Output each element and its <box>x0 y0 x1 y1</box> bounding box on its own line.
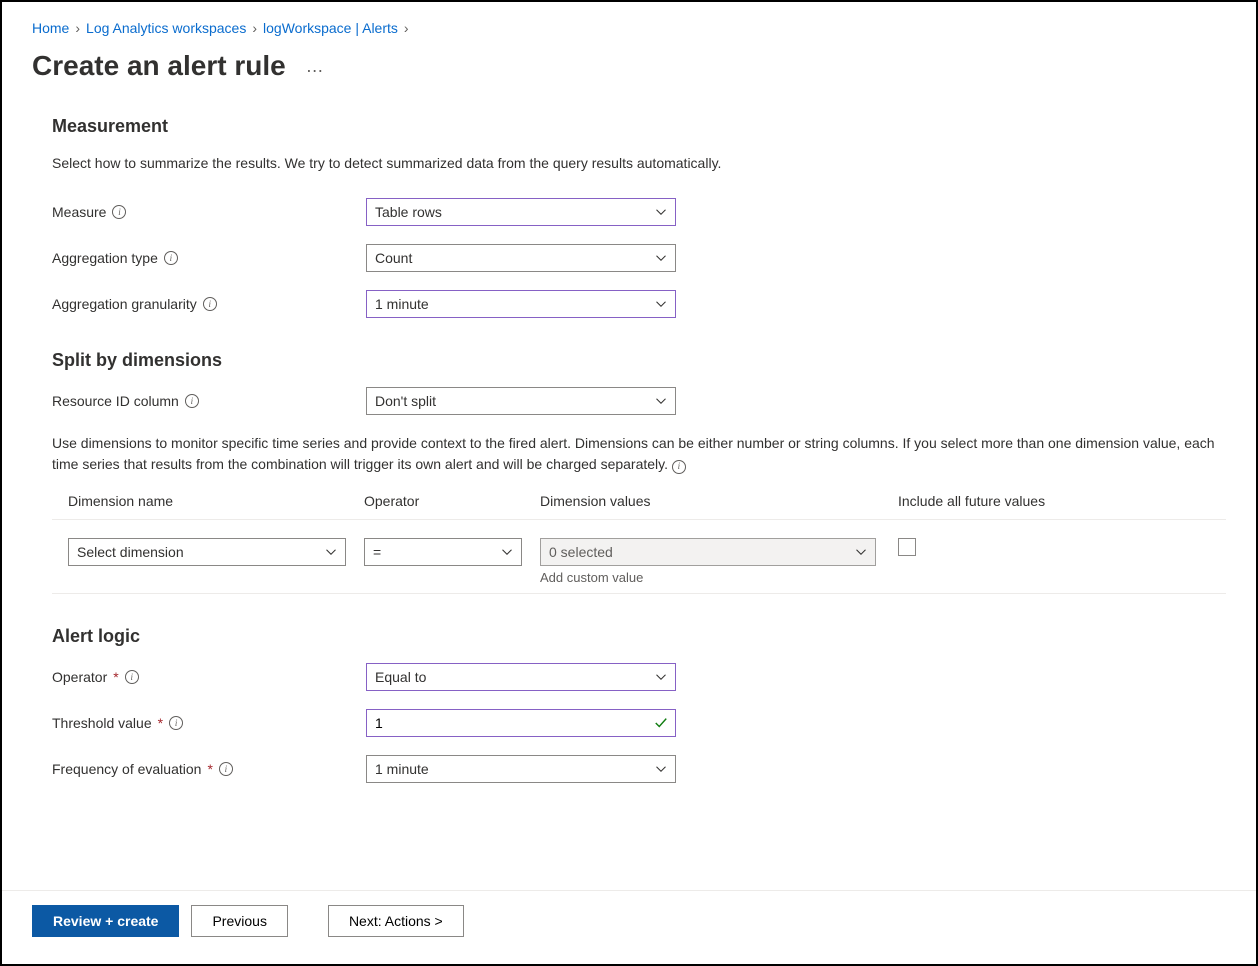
col-include-future: Include all future values <box>898 493 1226 509</box>
agggran-value: 1 minute <box>375 296 429 312</box>
dimension-operator-select[interactable]: = <box>364 538 522 566</box>
breadcrumb-alerts[interactable]: logWorkspace | Alerts <box>263 20 398 36</box>
aggtype-value: Count <box>375 250 412 266</box>
col-dimension-values: Dimension values <box>540 493 898 509</box>
info-icon[interactable]: i <box>219 762 233 776</box>
info-icon[interactable]: i <box>203 297 217 311</box>
dimension-values-placeholder: 0 selected <box>549 544 613 560</box>
dimension-name-placeholder: Select dimension <box>77 544 184 560</box>
chevron-down-icon <box>655 395 667 407</box>
dimensions-header: Dimension name Operator Dimension values… <box>52 487 1226 520</box>
include-future-checkbox[interactable] <box>898 538 916 556</box>
col-operator: Operator <box>364 493 540 509</box>
threshold-label: Threshold value <box>52 715 152 731</box>
dimension-values-select[interactable]: 0 selected <box>540 538 876 566</box>
chevron-down-icon <box>325 546 337 558</box>
dimension-name-select[interactable]: Select dimension <box>68 538 346 566</box>
measurement-title: Measurement <box>52 116 1226 137</box>
breadcrumb: Home › Log Analytics workspaces › logWor… <box>32 20 1226 36</box>
operator-value: Equal to <box>375 669 426 685</box>
split-desc: Use dimensions to monitor specific time … <box>52 433 1226 475</box>
measure-label: Measure <box>52 204 106 220</box>
info-icon[interactable]: i <box>169 716 183 730</box>
info-icon[interactable]: i <box>164 251 178 265</box>
info-icon[interactable]: i <box>672 460 686 474</box>
frequency-label: Frequency of evaluation <box>52 761 201 777</box>
chevron-right-icon: › <box>404 20 409 36</box>
resourceid-select[interactable]: Don't split <box>366 387 676 415</box>
operator-select[interactable]: Equal to <box>366 663 676 691</box>
measure-select[interactable]: Table rows <box>366 198 676 226</box>
chevron-down-icon <box>655 298 667 310</box>
split-title: Split by dimensions <box>52 350 1226 371</box>
agggran-label: Aggregation granularity <box>52 296 197 312</box>
frequency-value: 1 minute <box>375 761 429 777</box>
chevron-down-icon <box>655 206 667 218</box>
check-icon <box>654 716 668 730</box>
add-custom-value-link[interactable]: Add custom value <box>540 570 876 585</box>
info-icon[interactable]: i <box>112 205 126 219</box>
more-actions-icon[interactable]: … <box>306 56 324 77</box>
chevron-right-icon: › <box>75 20 80 36</box>
measurement-desc: Select how to summarize the results. We … <box>52 153 1226 174</box>
agggran-select[interactable]: 1 minute <box>366 290 676 318</box>
aggtype-label: Aggregation type <box>52 250 158 266</box>
page-title: Create an alert rule <box>32 50 286 82</box>
alert-logic-title: Alert logic <box>52 626 1226 647</box>
chevron-right-icon: › <box>252 20 257 36</box>
previous-button[interactable]: Previous <box>191 905 287 937</box>
info-icon[interactable]: i <box>185 394 199 408</box>
operator-label: Operator <box>52 669 107 685</box>
next-actions-button[interactable]: Next: Actions > <box>328 905 464 937</box>
chevron-down-icon <box>655 671 667 683</box>
info-icon[interactable]: i <box>125 670 139 684</box>
resourceid-value: Don't split <box>375 393 436 409</box>
dimension-operator-value: = <box>373 544 381 560</box>
resourceid-label: Resource ID column <box>52 393 179 409</box>
aggtype-select[interactable]: Count <box>366 244 676 272</box>
breadcrumb-workspaces[interactable]: Log Analytics workspaces <box>86 20 246 36</box>
measure-value: Table rows <box>375 204 442 220</box>
dimension-row: Select dimension = 0 selected Add custom… <box>52 520 1226 594</box>
chevron-down-icon <box>655 252 667 264</box>
footer-bar: Review + create Previous Next: Actions > <box>2 890 1256 951</box>
chevron-down-icon <box>655 763 667 775</box>
threshold-input[interactable] <box>366 709 676 737</box>
frequency-select[interactable]: 1 minute <box>366 755 676 783</box>
chevron-down-icon <box>501 546 513 558</box>
breadcrumb-home[interactable]: Home <box>32 20 69 36</box>
review-create-button[interactable]: Review + create <box>32 905 179 937</box>
col-dimension-name: Dimension name <box>68 493 364 509</box>
chevron-down-icon <box>855 546 867 558</box>
